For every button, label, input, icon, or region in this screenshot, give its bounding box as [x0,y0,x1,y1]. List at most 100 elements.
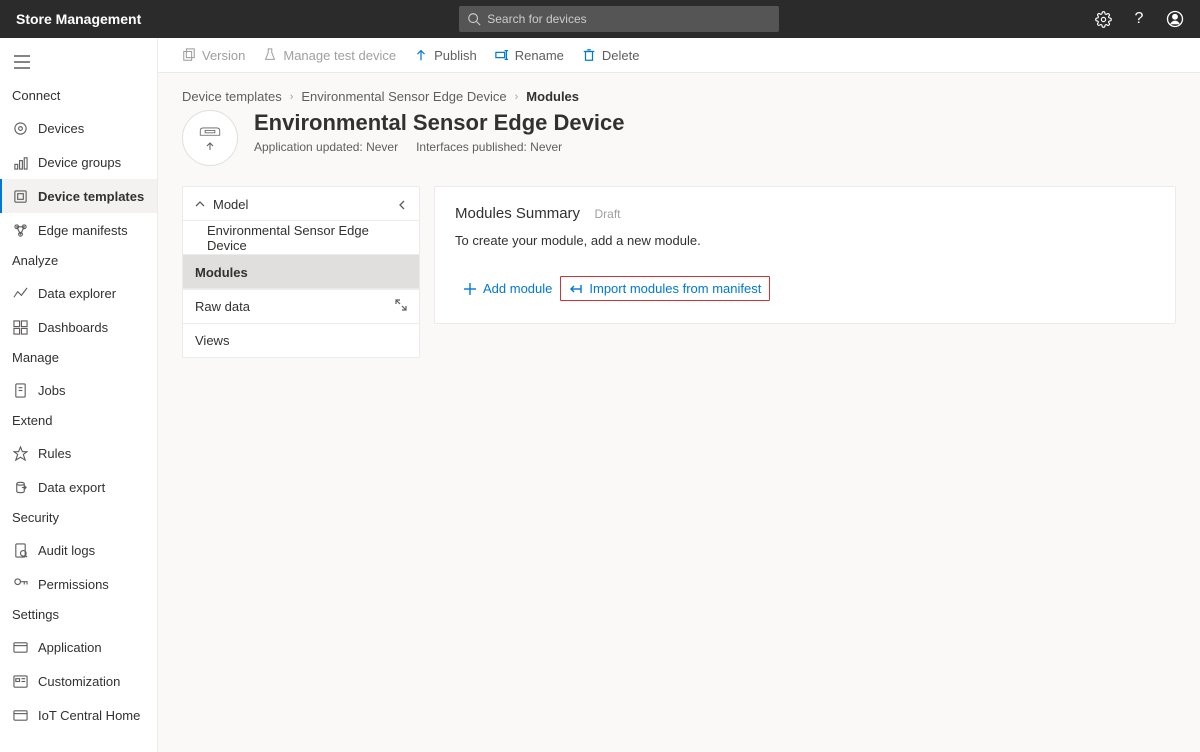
version-button[interactable]: Version [182,48,245,63]
sidebar-item-permissions[interactable]: Permissions [0,567,157,601]
helper-text: To create your module, add a new module. [455,233,1155,248]
sidebar-item-customization[interactable]: Customization [0,664,157,698]
meta-updated: Application updated: Never [254,140,398,154]
template-header: Environmental Sensor Edge Device Applica… [182,110,1176,166]
sidebar-section-settings: Settings [0,601,157,630]
status-badge: Draft [595,207,621,221]
meta-published: Interfaces published: Never [416,140,562,154]
publish-button[interactable]: Publish [414,48,477,63]
sidebar-section-manage: Manage [0,344,157,373]
sidebar-item-device-templates[interactable]: Device templates [0,179,157,213]
customization-icon [13,674,28,689]
top-header: Store Management ? [0,0,1200,38]
permissions-icon [13,577,28,592]
jobs-icon [13,383,28,398]
devices-icon [13,121,28,136]
page-title: Environmental Sensor Edge Device [254,110,624,136]
sidebar-item-label: Application [38,640,102,655]
search-box[interactable] [459,6,779,32]
search-icon [467,12,481,26]
model-tree-panel: Model Environmental Sensor Edge Device M… [182,186,420,358]
app-title: Store Management [16,11,141,27]
tree-row-model[interactable]: Model [183,187,419,221]
help-button[interactable]: ? [1130,10,1148,28]
gear-icon [1095,11,1112,28]
rename-icon [495,48,509,62]
expand-icon [395,299,407,311]
hamburger-button[interactable] [0,42,157,82]
test-device-icon [263,48,277,62]
version-icon [182,48,196,62]
sidebar-section-analyze: Analyze [0,247,157,276]
sidebar-item-label: Device groups [38,155,121,170]
main-content: Version Manage test device Publish Renam… [158,38,1200,752]
sidebar-item-audit-logs[interactable]: Audit logs [0,533,157,567]
sidebar-item-device-groups[interactable]: Device groups [0,145,157,179]
rename-button[interactable]: Rename [495,48,564,63]
sidebar-item-devices[interactable]: Devices [0,111,157,145]
sidebar-item-home[interactable]: IoT Central Home [0,698,157,732]
chevron-up-icon [195,199,205,209]
sidebar-item-label: Audit logs [38,543,95,558]
template-avatar-icon [182,110,238,166]
sidebar-item-label: IoT Central Home [38,708,140,723]
search-input[interactable] [487,12,771,26]
sidebar-section-connect: Connect [0,82,157,111]
sidebar-item-label: Edge manifests [38,223,128,238]
chevron-right-icon: › [290,91,294,103]
home-icon [13,708,28,723]
import-icon [569,282,583,296]
menu-icon [14,55,30,69]
breadcrumb-template[interactable]: Environmental Sensor Edge Device [301,89,506,104]
audit-logs-icon [13,543,28,558]
modules-summary-title: Modules Summary [455,205,580,222]
user-circle-icon [1166,9,1184,29]
add-module-button[interactable]: Add module [455,277,560,300]
template-meta: Application updated: Never Interfaces pu… [254,140,624,154]
manage-test-device-button[interactable]: Manage test device [263,48,396,63]
tree-row-modules[interactable]: Modules [183,255,419,289]
breadcrumb: Device templates › Environmental Sensor … [182,89,1176,104]
settings-button[interactable] [1094,10,1112,28]
sidebar-section-security: Security [0,504,157,533]
plus-icon [463,282,477,296]
modules-summary-panel: Modules Summary Draft To create your mod… [434,186,1176,324]
data-export-icon [13,480,28,495]
sidebar-item-data-explorer[interactable]: Data explorer [0,276,157,310]
import-modules-button[interactable]: Import modules from manifest [560,276,770,301]
breadcrumb-leaf: Modules [526,89,579,104]
sidebar-item-label: Device templates [38,189,144,204]
application-icon [13,640,28,655]
sidebar-item-label: Data export [38,480,105,495]
tree-row-raw-data[interactable]: Raw data [183,289,419,323]
sidebar-item-label: Data explorer [38,286,116,301]
sidebar-section-extend: Extend [0,407,157,436]
sidebar-item-data-export[interactable]: Data export [0,470,157,504]
device-templates-icon [13,189,28,204]
sidebar-item-rules[interactable]: Rules [0,436,157,470]
dashboards-icon [13,320,28,335]
chevron-left-icon [397,200,407,210]
tree-row-device[interactable]: Environmental Sensor Edge Device [183,221,419,255]
sidebar-item-label: Dashboards [38,320,108,335]
sidebar-item-edge-manifests[interactable]: Edge manifests [0,213,157,247]
sidebar-item-label: Rules [38,446,71,461]
sidebar-item-label: Jobs [38,383,65,398]
sidebar-item-label: Devices [38,121,84,136]
device-groups-icon [13,155,28,170]
account-button[interactable] [1166,10,1184,28]
data-explorer-icon [13,286,28,301]
delete-icon [582,48,596,62]
sidebar-item-dashboards[interactable]: Dashboards [0,310,157,344]
sidebar: Connect Devices Device groups Device tem… [0,38,158,752]
publish-icon [414,48,428,62]
sidebar-item-application[interactable]: Application [0,630,157,664]
tree-row-views[interactable]: Views [183,323,419,357]
rules-icon [13,446,28,461]
sidebar-item-label: Customization [38,674,120,689]
delete-button[interactable]: Delete [582,48,640,63]
sidebar-item-jobs[interactable]: Jobs [0,373,157,407]
edge-manifests-icon [13,223,28,238]
breadcrumb-root[interactable]: Device templates [182,89,282,104]
sidebar-item-label: Permissions [38,577,109,592]
